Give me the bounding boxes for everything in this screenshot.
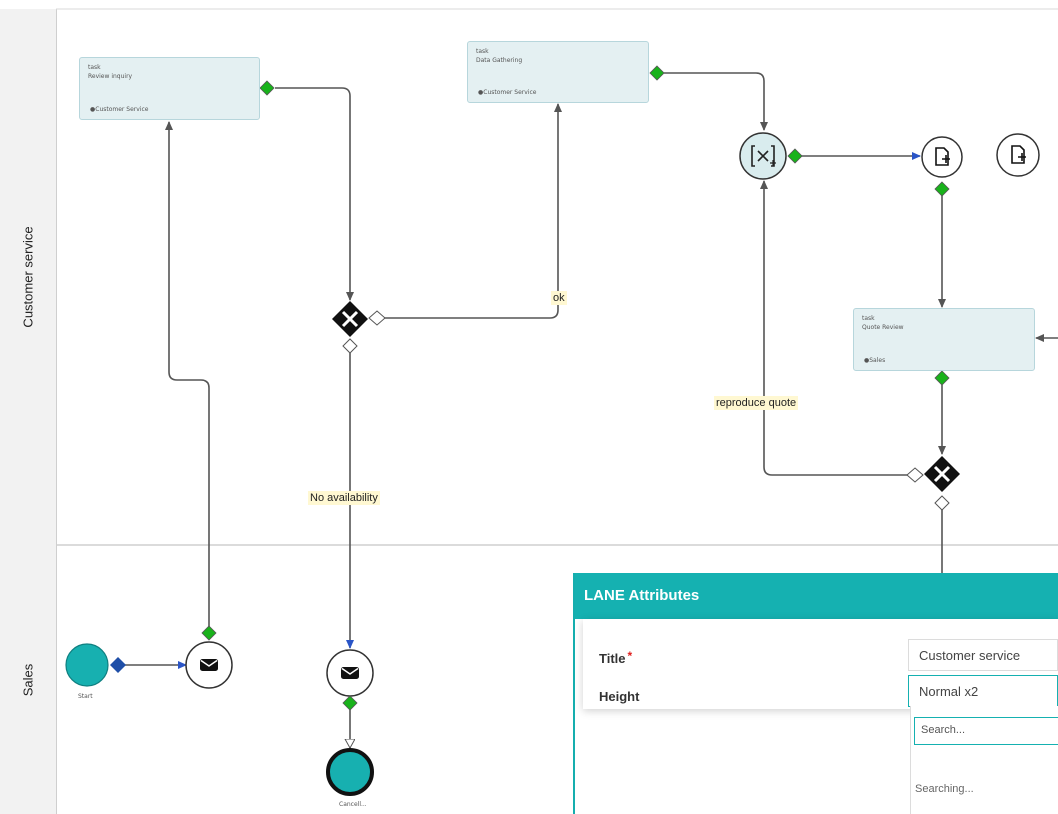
- height-field-label: Height: [599, 689, 640, 704]
- task-lane: Customer Service: [95, 106, 149, 113]
- dropdown-search-input[interactable]: Search...: [914, 717, 1058, 745]
- connector-handle[interactable]: [934, 370, 950, 386]
- start-event[interactable]: [65, 643, 109, 687]
- connector-handle[interactable]: [787, 148, 803, 164]
- task-lane: Customer Service: [483, 89, 537, 96]
- task-quote-review[interactable]: task Quote Review ●Sales: [853, 308, 1035, 371]
- edge-label-reproduce-quote[interactable]: reproduce quote: [714, 396, 799, 410]
- required-marker: *: [627, 649, 633, 663]
- edge-label-ok[interactable]: ok: [551, 291, 567, 305]
- task-name: Quote Review: [862, 324, 904, 331]
- height-select[interactable]: Normal x2: [908, 675, 1058, 707]
- connector-handle[interactable]: [368, 310, 386, 326]
- connector-handle[interactable]: [342, 695, 358, 711]
- panel-header: LANE Attributes: [575, 573, 1058, 619]
- task-review-inquiry[interactable]: task Review inquiry ●Customer Service: [79, 57, 260, 120]
- attributes-form: Title * Customer service Height Normal x2: [583, 619, 1058, 709]
- envelope-icon: [200, 659, 218, 671]
- cancel-end-event[interactable]: [326, 748, 374, 796]
- palette-document-event[interactable]: [996, 133, 1040, 177]
- task-type: task: [862, 315, 875, 322]
- edge-label-no-availability[interactable]: No availability: [308, 491, 380, 505]
- height-dropdown: Search... Searching...: [910, 706, 1058, 814]
- task-name: Review inquiry: [88, 73, 133, 80]
- flow-ok[interactable]: [384, 103, 562, 319]
- flow-send-to-review[interactable]: [165, 121, 210, 633]
- task-lane: Sales: [869, 357, 886, 364]
- task-type: task: [476, 48, 489, 55]
- connector-handle[interactable]: [906, 467, 924, 483]
- task-data-gathering[interactable]: task Data Gathering ●Customer Service: [467, 41, 649, 103]
- connector-handle[interactable]: [110, 657, 126, 673]
- title-input[interactable]: Customer service: [908, 639, 1058, 671]
- cancel-event-label: Cancell...: [339, 801, 367, 808]
- task-name: Data Gathering: [476, 57, 523, 64]
- flow-review-to-gateway[interactable]: [275, 87, 354, 301]
- connector-handle[interactable]: [649, 65, 665, 81]
- connector-handle[interactable]: [342, 338, 358, 354]
- panel-title: LANE Attributes: [584, 587, 700, 604]
- task-type: task: [88, 64, 101, 71]
- lane-attributes-panel: LANE Attributes Title * Customer service …: [573, 573, 1058, 814]
- document-event[interactable]: [921, 136, 963, 178]
- connector-handle[interactable]: [934, 181, 950, 197]
- envelope-icon: [341, 667, 359, 679]
- flow-gather-to-subprocess[interactable]: [664, 72, 768, 131]
- title-label-text: Title: [599, 651, 626, 666]
- connector-handle[interactable]: [934, 495, 950, 511]
- connector-handle[interactable]: [259, 80, 275, 96]
- title-field-label: Title *: [599, 649, 633, 666]
- start-event-label: Start: [78, 693, 93, 700]
- connector-handle[interactable]: [201, 625, 217, 641]
- dropdown-status-text: Searching...: [915, 783, 974, 795]
